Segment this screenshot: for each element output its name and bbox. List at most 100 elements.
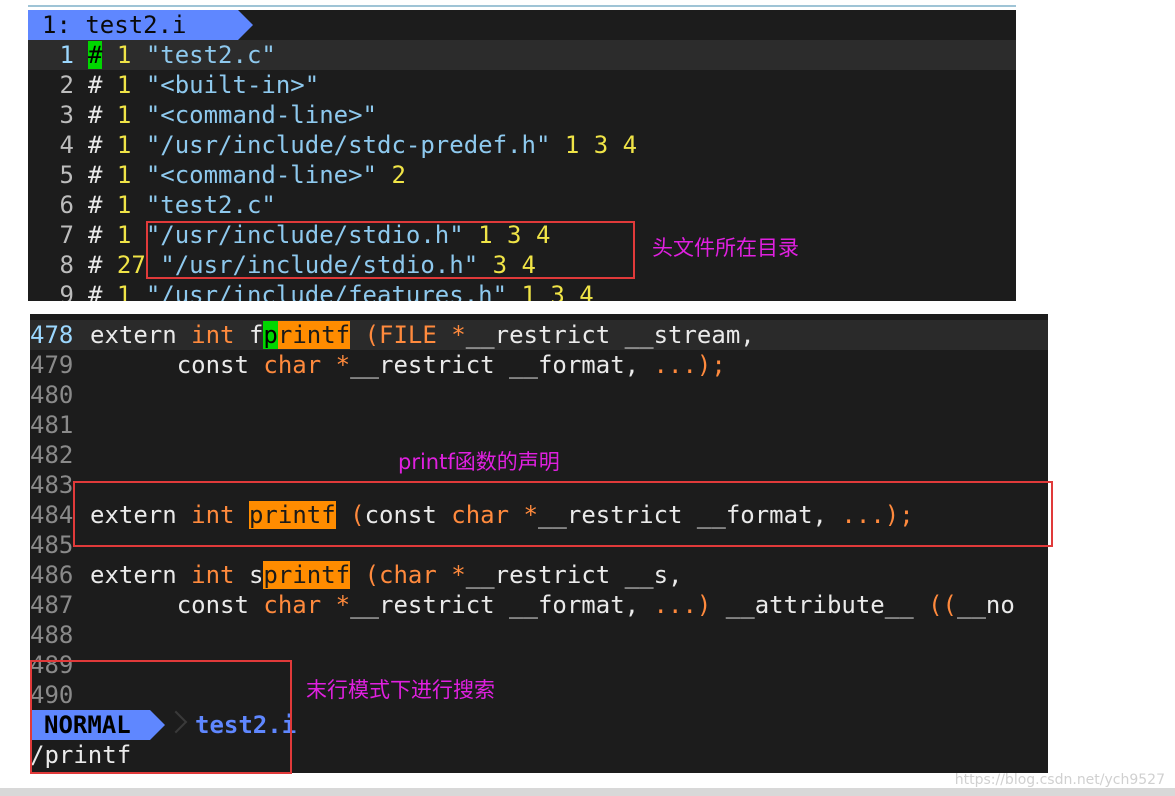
code-line[interactable]: 6 # 1 "test2.c" <box>28 190 1016 220</box>
file-string: "/usr/include/features.h" <box>145 281 508 301</box>
code-line[interactable]: 1 # 1 "test2.c" <box>28 40 1016 70</box>
line-number: 485 <box>30 531 74 559</box>
line-marker-number: 1 <box>116 131 132 159</box>
type: (char <box>364 561 437 589</box>
code-line[interactable]: 5 # 1 "<command-line>" 2 <box>28 160 1016 190</box>
flags: 1 3 4 <box>521 281 594 301</box>
pointer: * <box>335 351 351 379</box>
code-text: __no <box>957 591 1015 619</box>
file-string: "test2.c" <box>145 191 276 219</box>
code-line[interactable]: 3 # 1 "<command-line>" <box>28 100 1016 130</box>
annotation-header-dir: 头文件所在目录 <box>652 236 799 260</box>
line-number: 487 <box>30 591 74 619</box>
cursor: # <box>88 41 103 69</box>
code-line[interactable]: 478 extern int fprintf (FILE *__restrict … <box>30 320 1048 350</box>
hash: # <box>88 161 103 189</box>
keyword: const <box>176 351 249 379</box>
keyword: const <box>176 591 249 619</box>
prefix: f <box>248 321 264 349</box>
code-line[interactable]: 481 <box>30 410 1048 440</box>
prefix: s <box>248 561 264 589</box>
hash: # <box>88 101 103 129</box>
line-marker-number: 1 <box>116 41 132 69</box>
code-line[interactable]: 479 const char *__restrict __format, ...… <box>30 350 1048 380</box>
ellipsis: ...) <box>653 591 712 619</box>
code-line[interactable]: 480 <box>30 380 1048 410</box>
annotation-printf-decl: printf函数的声明 <box>398 450 560 474</box>
line-marker-number: 1 <box>116 71 132 99</box>
line-number: 9 <box>59 281 74 301</box>
file-string: "<command-line>" <box>145 161 377 189</box>
code-line[interactable]: 9 # 1 "/usr/include/features.h" 1 3 4 <box>28 280 1016 301</box>
line-marker-number: 1 <box>116 191 132 219</box>
line-number: 478 <box>30 321 74 349</box>
ellipsis: ...); <box>653 351 726 379</box>
code-text: __restrict __format, <box>350 591 640 619</box>
type: int <box>191 561 235 589</box>
code-text: __restrict __s, <box>465 561 683 589</box>
hash: # <box>88 71 103 99</box>
file-string: "/usr/include/stdc-predef.h" <box>145 131 551 159</box>
paren: (( <box>928 591 957 619</box>
flags: 1 3 4 <box>564 131 638 159</box>
line-number: 1 <box>59 41 74 69</box>
pointer: * <box>335 591 351 619</box>
bottom-bar <box>0 788 1175 796</box>
type: char <box>263 351 322 379</box>
line-number: 6 <box>59 191 74 219</box>
search-match: printf <box>263 561 351 589</box>
code-line[interactable]: 486 extern int sprintf (char *__restrict … <box>30 560 1048 590</box>
line-number: 488 <box>30 621 74 649</box>
type: char <box>263 591 322 619</box>
type: int <box>191 321 235 349</box>
file-string: "<command-line>" <box>145 101 377 129</box>
hash: # <box>88 251 103 279</box>
line-marker-number: 1 <box>116 281 132 301</box>
line-number: 2 <box>59 71 74 99</box>
code-line[interactable]: 2 # 1 "<built-in>" <box>28 70 1016 100</box>
tab-arrow-icon <box>238 10 253 40</box>
line-number: 482 <box>30 441 74 469</box>
line-number: 4 <box>59 131 74 159</box>
file-string: "<built-in>" <box>145 71 320 99</box>
hash: # <box>88 131 103 159</box>
hash: # <box>88 221 103 249</box>
hash: # <box>88 191 103 219</box>
line-marker-number: 1 <box>116 221 132 249</box>
line-number: 479 <box>30 351 74 379</box>
line-number: 7 <box>59 221 74 249</box>
code-text: __restrict __format, <box>350 351 640 379</box>
watermark: https://blog.csdn.net/ych9527 <box>954 772 1165 788</box>
line-marker-number: 1 <box>116 101 132 129</box>
buffer-tab[interactable]: 1: test2.i <box>28 10 238 40</box>
pointer: * <box>451 321 466 349</box>
keyword: extern <box>90 561 177 589</box>
pointer: * <box>451 561 466 589</box>
flags: 2 <box>391 161 406 189</box>
line-number: 480 <box>30 381 74 409</box>
cursor: p <box>263 321 278 349</box>
hash: # <box>88 281 103 301</box>
code-text: __restrict __stream, <box>465 321 755 349</box>
type: (FILE <box>364 321 437 349</box>
search-match: rintf <box>277 321 351 349</box>
line-number: 486 <box>30 561 74 589</box>
header-dir-box <box>146 221 635 279</box>
code-text: __attribute__ <box>725 591 914 619</box>
code-line[interactable]: 488 <box>30 620 1048 650</box>
code-line[interactable]: 4 # 1 "/usr/include/stdc-predef.h" 1 3 4 <box>28 130 1016 160</box>
line-number: 484 <box>30 501 74 529</box>
code-line[interactable]: 487 const char *__restrict __format, ...… <box>30 590 1048 620</box>
line-number: 481 <box>30 411 74 439</box>
file-string: "test2.c" <box>145 41 276 69</box>
line-marker-number: 1 <box>116 161 132 189</box>
annotation-search: 末行模式下进行搜索 <box>306 678 495 702</box>
top-separator <box>28 5 1016 7</box>
search-box <box>30 660 292 774</box>
line-marker-number: 27 <box>116 251 146 279</box>
printf-decl-box <box>73 481 1053 547</box>
line-number: 483 <box>30 471 74 499</box>
line-number: 8 <box>59 251 74 279</box>
